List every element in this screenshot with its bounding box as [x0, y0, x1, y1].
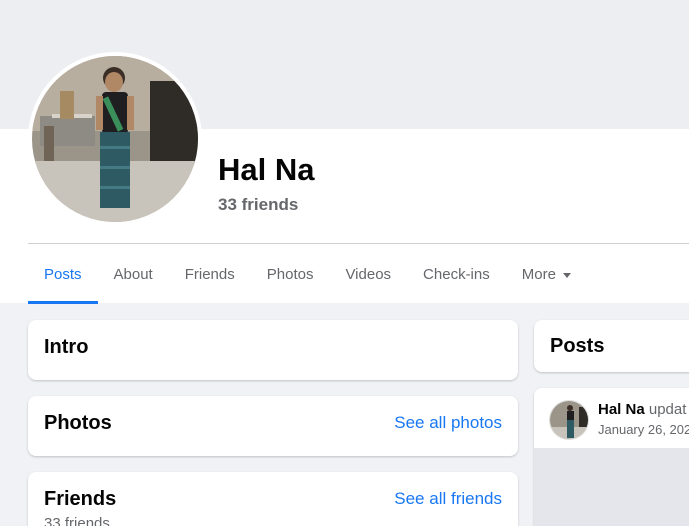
profile-friends-count[interactable]: 33 friends	[218, 195, 298, 215]
see-all-photos-link[interactable]: See all photos	[394, 413, 502, 433]
tab-about-label: About	[113, 265, 153, 283]
profile-name: Hal Na	[218, 152, 315, 187]
tab-about[interactable]: About	[98, 244, 169, 304]
tab-check-ins[interactable]: Check-ins	[407, 244, 506, 304]
tab-posts[interactable]: Posts	[28, 244, 98, 304]
see-all-friends-link[interactable]: See all friends	[394, 489, 502, 509]
profile-picture[interactable]	[28, 52, 202, 226]
profile-photo-illustration	[32, 56, 198, 222]
friends-title: Friends	[44, 488, 117, 510]
profile-tabs: Posts About Friends Photos Videos Check-…	[28, 244, 587, 304]
tab-videos[interactable]: Videos	[329, 244, 407, 304]
tab-videos-label: Videos	[345, 265, 392, 283]
tab-photos-label: Photos	[266, 265, 314, 283]
photos-title: Photos	[44, 412, 112, 434]
profile-picture-image	[32, 56, 198, 222]
post-author-name[interactable]: Hal Na	[598, 401, 645, 418]
intro-card: Intro	[28, 320, 518, 380]
tab-more-label: More	[521, 265, 556, 283]
caret-down-icon	[562, 272, 571, 278]
post-card: Hal Na updat January 26, 202	[534, 388, 689, 526]
intro-title: Intro	[44, 336, 89, 358]
tab-check-ins-label: Check-ins	[423, 265, 490, 283]
tab-friends-label: Friends	[184, 265, 235, 283]
tab-more[interactable]: More	[506, 244, 587, 304]
friends-card-count: 33 friends	[44, 515, 110, 526]
post-author-avatar[interactable]	[549, 400, 589, 440]
post-media[interactable]	[534, 448, 689, 526]
post-date[interactable]: January 26, 202	[598, 422, 689, 437]
photos-card: Photos See all photos	[28, 396, 518, 456]
post-author-line: Hal Na updat	[598, 401, 686, 418]
tab-photos[interactable]: Photos	[251, 244, 330, 304]
friends-card: Friends See all friends 33 friends	[28, 472, 518, 526]
posts-title: Posts	[550, 335, 605, 357]
post-action-text: updat	[648, 401, 687, 418]
posts-header-card: Posts	[534, 320, 689, 372]
post-author-avatar-image	[550, 401, 588, 439]
tab-friends[interactable]: Friends	[169, 244, 251, 304]
tab-posts-label: Posts	[44, 265, 82, 283]
